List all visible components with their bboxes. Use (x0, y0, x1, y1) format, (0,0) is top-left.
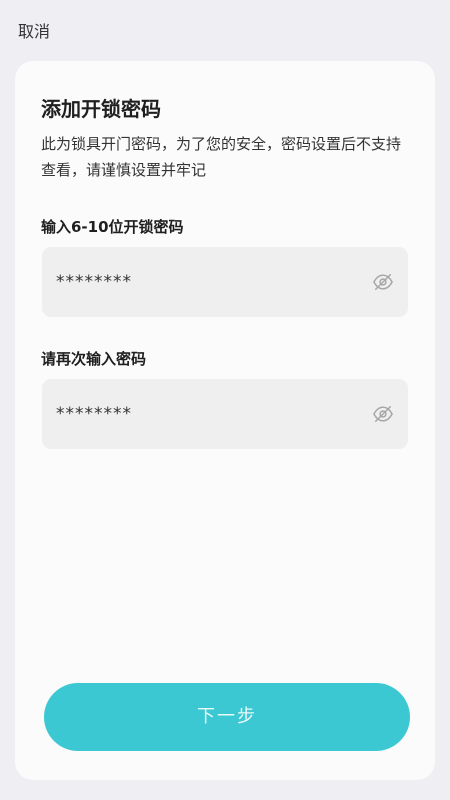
page-title: 添加开锁密码 (41, 97, 161, 121)
cancel-button[interactable]: 取消 (18, 20, 50, 44)
description-text: 此为锁具开门密码，为了您的安全，密码设置后不支持查看，请谨慎设置并牢记 (41, 135, 402, 179)
confirm-password-label: 请再次输入密码 (41, 350, 147, 368)
eye-off-icon[interactable] (372, 272, 394, 292)
confirm-password-value: ******** (56, 404, 132, 424)
password-value: ******** (56, 272, 132, 292)
eye-off-icon[interactable] (372, 404, 394, 424)
password-input[interactable]: ******** (42, 247, 408, 317)
top-bar: 取消 (0, 0, 450, 60)
password-setup-card: 添加开锁密码 此为锁具开门密码，为了您的安全，密码设置后不支持查看，请谨慎设置并… (15, 61, 435, 780)
confirm-password-input[interactable]: ******** (42, 379, 408, 449)
password-label: 输入6-10位开锁密码 (41, 218, 184, 236)
next-button[interactable]: 下一步 (44, 683, 410, 751)
